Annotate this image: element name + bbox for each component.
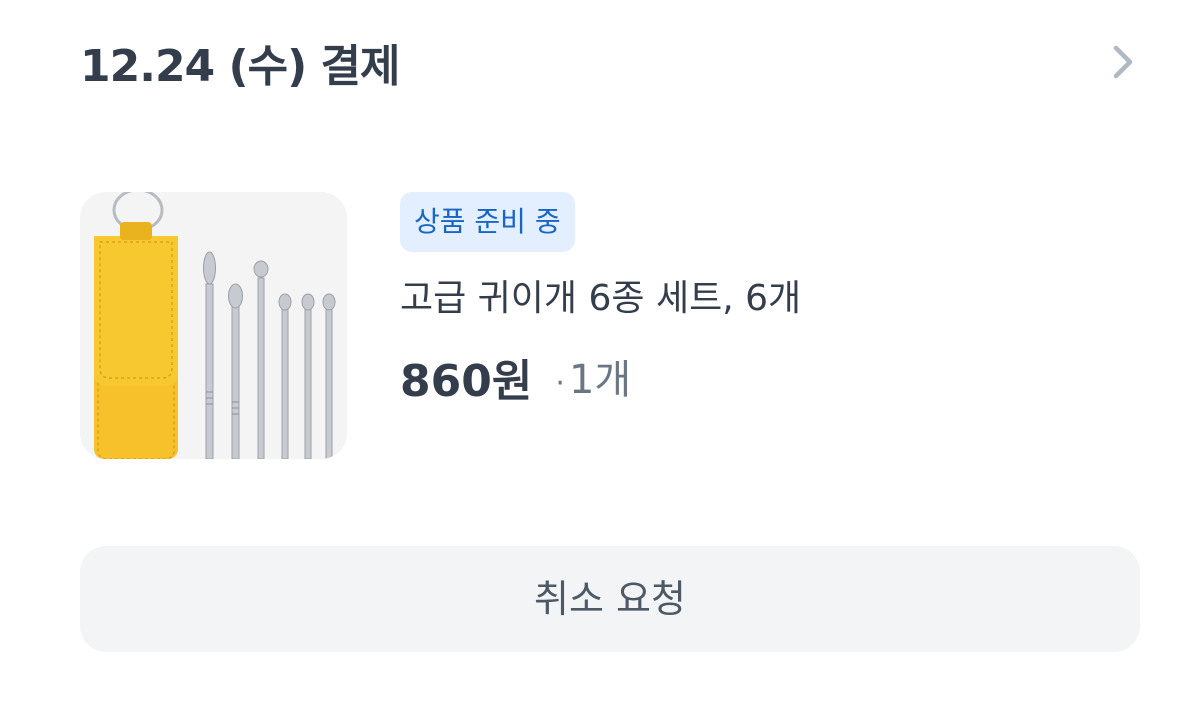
product-quantity: · 1개 — [555, 357, 631, 403]
price-row: 860원 · 1개 — [400, 350, 631, 410]
order-product-item[interactable]: 상품 준비 중 고급 귀이개 6종 세트, 6개 860원 · 1개 — [80, 192, 1140, 459]
product-info: 상품 준비 중 고급 귀이개 6종 세트, 6개 860원 · 1개 — [400, 192, 1140, 459]
order-date-title: 12.24 (수) 결제 — [80, 41, 400, 92]
quantity-value: 1개 — [568, 357, 632, 403]
order-header[interactable]: 12.24 (수) 결제 — [80, 34, 1140, 100]
cancel-request-button[interactable]: 취소 요청 — [80, 546, 1140, 652]
ear-pick-set-image — [80, 192, 347, 459]
product-name[interactable]: 고급 귀이개 6종 세트, 6개 — [400, 274, 801, 324]
product-price: 860원 — [400, 356, 533, 407]
product-thumbnail[interactable] — [80, 192, 347, 459]
status-badge: 상품 준비 중 — [400, 192, 575, 252]
separator-dot: · — [555, 366, 565, 401]
chevron-right-icon[interactable] — [1104, 40, 1140, 84]
